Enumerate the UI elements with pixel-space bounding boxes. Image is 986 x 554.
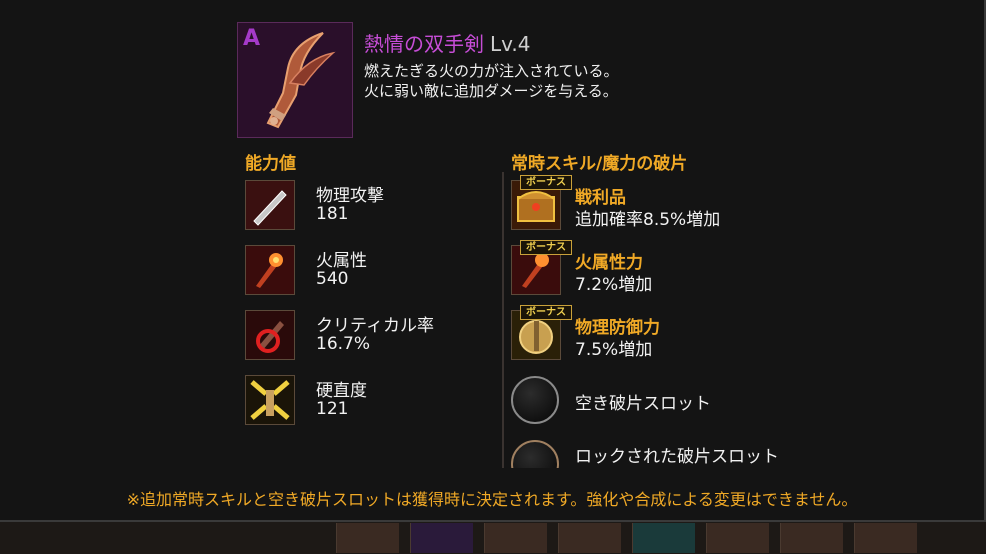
inventory-slot[interactable]: [854, 523, 917, 553]
stat-name: 物理攻撃: [316, 186, 384, 206]
item-description: 燃えたぎる火の力が注入されている。 火に弱い敵に追加ダメージを与える。: [364, 61, 619, 101]
stat-value: 540: [316, 269, 349, 289]
item-title: 熱情の双手剣 Lv.4: [364, 28, 531, 57]
stat-name: 硬直度: [316, 381, 367, 401]
fire-icon: [245, 245, 295, 295]
stat-value: 16.7%: [316, 334, 371, 354]
bonus-badge: ボーナス: [520, 305, 572, 320]
stats-title: 能力値: [245, 154, 296, 174]
skill-value: 7.5%増加: [575, 340, 653, 360]
empty-shard-slot-icon: [511, 376, 559, 424]
skill-value: 7.2%増加: [575, 275, 653, 295]
inventory-slot[interactable]: [410, 523, 473, 553]
skills-title: 常時スキル/魔力の破片: [511, 154, 688, 174]
item-level: Lv.4: [490, 32, 531, 56]
item-detail-panel: A 熱情の双手剣 Lv.4 燃えたぎる火の力が注入されている。 火に弱い敵に追加ダ…: [0, 0, 986, 522]
stat-name: クリティカル率: [316, 316, 434, 336]
locked-slot-label: ロックされた破片スロット: [575, 447, 779, 467]
stagger-icon: [245, 375, 295, 425]
bonus-badge: ボーナス: [520, 240, 572, 255]
item-name: 熱情の双手剣: [364, 32, 484, 56]
stat-value: 121: [316, 399, 349, 419]
bonus-badge: ボーナス: [520, 175, 572, 190]
inventory-slot[interactable]: [632, 523, 695, 553]
blade-icon: [245, 180, 295, 230]
desc-line: 火に弱い敵に追加ダメージを与える。: [364, 82, 618, 100]
desc-line: 燃えたぎる火の力が注入されている。: [364, 62, 619, 80]
inventory-slot[interactable]: [484, 523, 547, 553]
item-grade: A: [243, 26, 261, 51]
inventory-slot[interactable]: [336, 523, 399, 553]
lock-icon: [511, 440, 559, 468]
skill-value: 追加確率8.5%増加: [575, 210, 721, 230]
critical-icon: [245, 310, 295, 360]
notice-text: ※追加常時スキルと空き破片スロットは獲得時に決定されます。強化や合成による変更は…: [126, 490, 858, 509]
stat-name: 火属性: [316, 251, 367, 271]
inventory-slot[interactable]: [706, 523, 769, 553]
locked-slot-row: ロックされた破片スロット: [505, 430, 805, 468]
inventory-slot[interactable]: [558, 523, 621, 553]
empty-slot-label: 空き破片スロット: [575, 394, 711, 414]
stat-value: 181: [316, 204, 349, 224]
inventory-slot[interactable]: [780, 523, 843, 553]
section-divider: [502, 172, 504, 468]
